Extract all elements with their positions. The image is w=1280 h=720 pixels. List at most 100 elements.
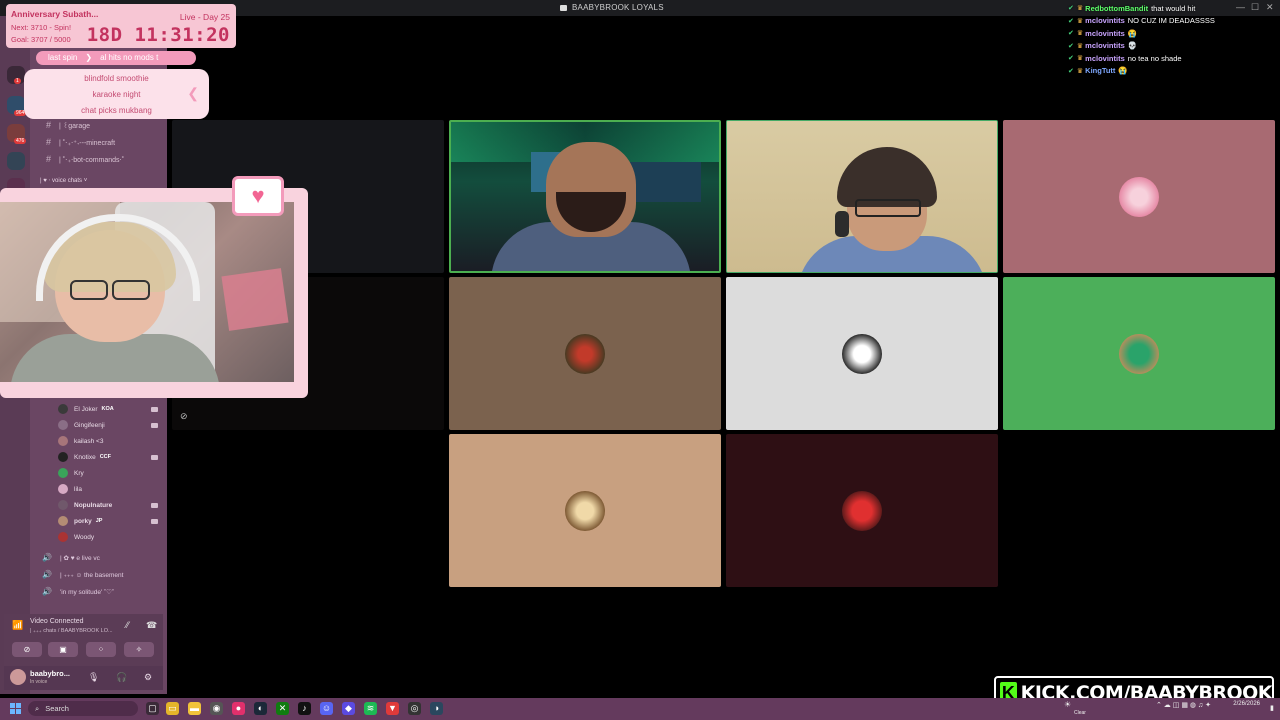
member-item[interactable]: Nopulnature <box>58 498 112 512</box>
last-spin-label: last spin <box>48 53 78 62</box>
taskbar-clock[interactable]: 2/26/2026 <box>1233 700 1260 708</box>
last-spin-bar: last spin ❯ al hits no mods t <box>36 51 196 65</box>
member-item[interactable]: Kry <box>58 466 84 480</box>
chevron-left-icon: ❮ <box>187 85 199 101</box>
headphones-icon[interactable]: 🎧 <box>116 672 127 683</box>
timer-live-day: Live - Day 25 <box>179 12 230 22</box>
window-title: BAABYBROOK LOYALS <box>560 3 664 12</box>
avatar <box>1119 176 1159 217</box>
member-item[interactable]: El Joker KOA <box>58 402 114 416</box>
spotify-icon[interactable]: ≋ <box>364 702 377 715</box>
timer-countdown: 18D 11:31:20 <box>86 24 230 46</box>
microphone-icon[interactable]: 🎙 <box>88 672 99 683</box>
voice-channel[interactable]: 🔊'in my solitude' ˚♡˚ <box>42 587 114 596</box>
tray-icons[interactable]: ⌃ ☁ ◫ ▦ ◍ ♫ ✦ <box>1156 701 1211 709</box>
windows-start-icon[interactable] <box>10 703 21 714</box>
connection-channel[interactable]: | ₊₊₊ chats / BAABYBROOK LO... <box>30 628 113 634</box>
chat-username[interactable]: mclovintits <box>1085 54 1125 63</box>
video-tile-avatar[interactable] <box>449 434 721 587</box>
file-explorer-icon[interactable]: ▭ <box>166 702 179 715</box>
voice-connection-panel: 📶 Video Connected | ₊₊₊ chats / BAABYBRO… <box>4 614 163 666</box>
member-item[interactable]: porky JP <box>58 514 102 528</box>
discord-default-avatar-icon <box>1119 333 1159 374</box>
chat-text: that would hit <box>1151 3 1196 13</box>
streamer-webcam <box>0 202 294 382</box>
chat-username[interactable]: KingTutt <box>1085 66 1115 75</box>
camera-icon <box>151 503 158 508</box>
chrome-icon[interactable]: ◉ <box>210 702 223 715</box>
voice-channel[interactable]: 🔊 | ₊₊₊ ☺ the basement <box>42 570 123 579</box>
member-item[interactable]: kailash <3 <box>58 434 103 448</box>
video-tile-avatar[interactable] <box>1003 120 1275 273</box>
app-icon[interactable]: ◆ <box>342 702 355 715</box>
wheel-option: chat picks mukbang <box>81 106 152 115</box>
chat-username[interactable]: mclovintits <box>1085 41 1125 50</box>
avatar <box>58 436 68 446</box>
chat-message: ✔ ♛ mclovintits 😭 <box>1068 27 1278 40</box>
soundboard-button[interactable]: ✧ <box>124 642 154 657</box>
app-icon[interactable]: ▼ <box>386 702 399 715</box>
server-badge: 476 <box>14 138 27 144</box>
video-tile-avatar[interactable] <box>1003 277 1275 430</box>
tiktok-icon[interactable]: ♪ <box>298 702 311 715</box>
muted-icon: ⊘ <box>180 411 188 421</box>
screen-share-button[interactable]: ▣ <box>48 642 78 657</box>
video-tile-streamer-cam[interactable] <box>449 120 721 273</box>
wheel-option: blindfold smoothie <box>84 74 149 83</box>
channel-garage[interactable]: # | ꒰garage <box>46 120 90 130</box>
channel-minecraft[interactable]: # | ˚‧₊‧⁺˖---minecraft <box>46 137 115 147</box>
category-voice-chats[interactable]: | ♥ ‧ voice chats ˅ <box>40 177 87 184</box>
crown-icon: ♛ <box>1076 30 1084 38</box>
video-tile-avatar[interactable] <box>726 434 998 587</box>
gear-icon[interactable]: ⚙ <box>144 672 152 683</box>
chat-text: 😭 <box>1127 28 1138 38</box>
video-tile-avatar[interactable] <box>726 277 998 430</box>
member-item[interactable]: Knotixe CCF <box>58 450 111 464</box>
channel-bot-commands[interactable]: # | ˚‧₊‧bot-commands‧˚ <box>46 154 124 164</box>
activities-button[interactable]: ⁘ <box>86 642 116 657</box>
folder-icon[interactable]: ▬ <box>188 702 201 715</box>
taskbar: ⌕ Search ▢ ▭ ▬ ◉ ● ◐ ✕ ♪ ☺ ◆ ≋ ▼ ◎ ◑ ☀ Cl… <box>0 698 1280 720</box>
crown-icon: ♛ <box>1076 55 1084 63</box>
xbox-icon[interactable]: ✕ <box>276 702 289 715</box>
avatar <box>58 516 68 526</box>
speaker-icon: 🔊 <box>42 587 52 596</box>
steam-icon[interactable]: ◑ <box>430 702 443 715</box>
video-tile-avatar[interactable] <box>449 277 721 430</box>
avatar[interactable] <box>10 669 26 685</box>
video-tile-participant-cam[interactable] <box>726 120 998 273</box>
app-icon[interactable]: ● <box>232 702 245 715</box>
server-badge: 1 <box>14 78 21 84</box>
weather-status: Clear <box>1074 710 1086 716</box>
camera-icon <box>151 423 158 428</box>
user-status: In voice <box>30 679 48 685</box>
chat-username[interactable]: mclovintits <box>1085 16 1125 25</box>
chat-overlay: ✔ ♛ RedbottomBandit that would hit ✔ ♛ mclovin… <box>1068 2 1278 77</box>
noise-suppression-icon[interactable]: ⁄⁄ <box>126 620 129 630</box>
camera-icon <box>151 455 158 460</box>
wheel-option: karaoke night <box>92 90 141 99</box>
member-item[interactable]: Gingifeenji <box>58 418 105 432</box>
taskbar-search[interactable]: ⌕ Search <box>28 701 138 716</box>
disconnect-icon[interactable]: ☎ <box>146 620 157 631</box>
timer-goal: Goal: 3707 / 5000 <box>11 35 71 44</box>
member-item[interactable]: lila <box>58 482 82 496</box>
weather-icon[interactable]: ☀ <box>1064 700 1071 709</box>
speaker-icon: 🔊 <box>42 570 52 579</box>
member-item[interactable]: Woody <box>58 530 94 544</box>
chat-username[interactable]: mclovintits <box>1085 29 1125 38</box>
steam-icon[interactable]: ◐ <box>254 702 267 715</box>
notification-icon[interactable]: ▮ <box>1270 704 1274 712</box>
obs-icon[interactable]: ◎ <box>408 702 421 715</box>
task-view-icon[interactable]: ▢ <box>146 702 159 715</box>
discord-icon[interactable]: ☺ <box>320 702 333 715</box>
chat-username[interactable]: RedbottomBandit <box>1085 4 1148 13</box>
server-icon[interactable] <box>7 152 25 170</box>
crown-icon: ♛ <box>1076 5 1084 13</box>
badge-icon: ✔ <box>1068 67 1074 75</box>
timer-title: Anniversary Subath... <box>11 9 99 19</box>
voice-channel[interactable]: 🔊 | ✿ ♥ e live vc <box>42 553 100 562</box>
user-panel: baabybro... In voice 🎙 🎧 ⚙ <box>4 666 163 690</box>
camera-toggle-button[interactable]: ⊘ <box>12 642 42 657</box>
avatar <box>58 532 68 542</box>
